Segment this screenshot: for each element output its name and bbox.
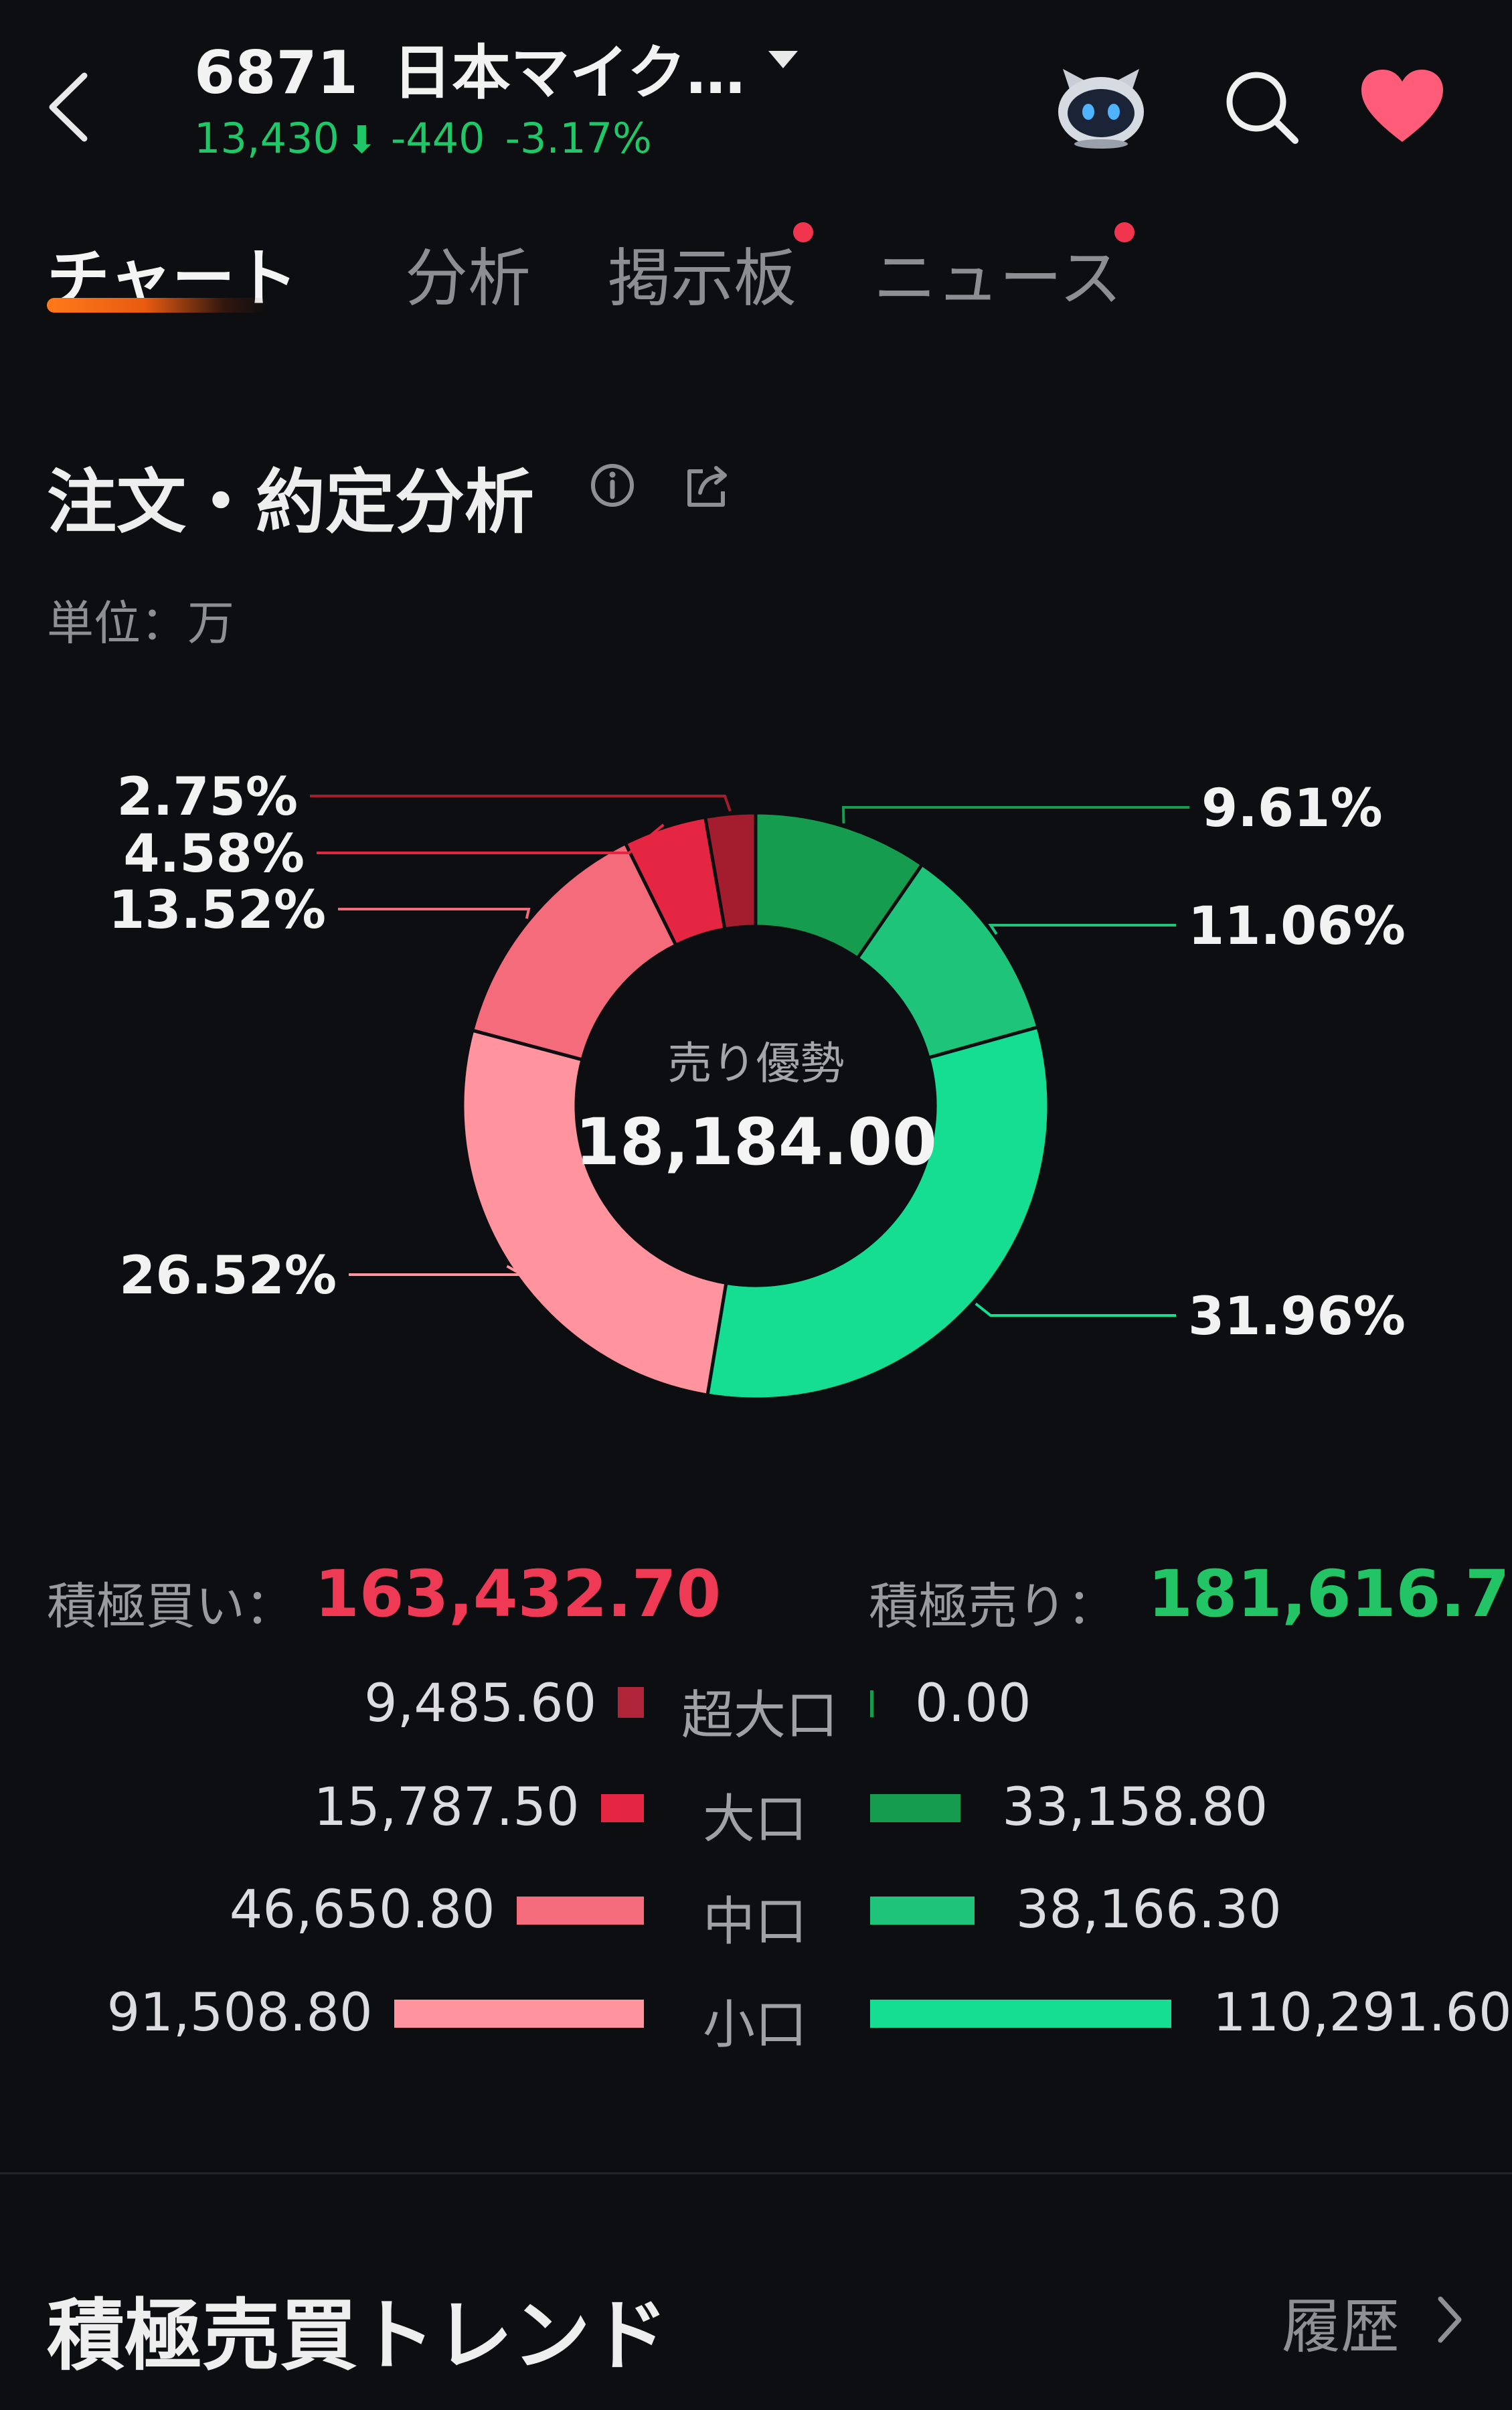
- section-divider: [0, 2172, 1512, 2174]
- price-change-percent: -3.17%: [505, 114, 652, 163]
- row-buy-value: 46,650.80: [229, 1880, 495, 1940]
- slice-percent-label: 4.58%: [123, 824, 305, 884]
- price-quote: 13,430 ⬇ -440 -3.17%: [194, 114, 652, 163]
- slice-percent-label: 26.52%: [119, 1246, 337, 1306]
- info-button[interactable]: [589, 462, 636, 509]
- search-button[interactable]: [1222, 67, 1302, 147]
- row-sell-bar: [870, 1690, 873, 1717]
- slice-percent-label: 13.52%: [108, 880, 326, 941]
- leader-line: [349, 1265, 527, 1276]
- slice-percent-label: 9.61%: [1201, 779, 1383, 839]
- leader-line: [310, 795, 732, 812]
- share-button[interactable]: [683, 462, 733, 512]
- share-icon: [687, 466, 727, 507]
- history-button[interactable]: [1432, 2290, 1466, 2350]
- row-sell-bar: [870, 2000, 1171, 2028]
- row-buy-value: 9,485.60: [363, 1674, 597, 1734]
- search-icon: [1226, 72, 1298, 144]
- leader-line: [317, 823, 665, 854]
- row-category: 中口: [702, 1892, 807, 1952]
- leader-line: [338, 908, 531, 919]
- chevron-right-icon: [1438, 2296, 1462, 2343]
- sell-total-value: 181,616.70: [1148, 1556, 1512, 1631]
- center-caption: 売り優勢: [667, 1038, 845, 1089]
- row-buy-bar: [394, 2000, 644, 2028]
- row-category: 大口: [702, 1789, 807, 1850]
- row-sell-value: 110,291.60: [1213, 1983, 1512, 2043]
- current-price: 13,430: [194, 114, 339, 163]
- slice-percent-label: 11.06%: [1188, 896, 1406, 957]
- row-buy-value: 91,508.80: [106, 1983, 373, 2043]
- leader-line: [841, 806, 1189, 824]
- unit-label: 単位：万: [47, 596, 234, 651]
- buy-total-value: 163,432.70: [315, 1556, 722, 1631]
- leader-line: [975, 1302, 1176, 1317]
- row-sell-bar: [870, 1897, 975, 1925]
- price-change: -440: [390, 114, 485, 163]
- row-category: 超大口: [681, 1686, 839, 1746]
- robot-assistant-button[interactable]: [1051, 64, 1151, 151]
- back-button[interactable]: [40, 64, 100, 151]
- row-sell-bar: [870, 1794, 961, 1822]
- active-tab-indicator: [47, 298, 268, 313]
- row-category: 小口: [702, 1995, 807, 2055]
- buy-total-label: 積極買い：: [47, 1578, 295, 1635]
- row-buy-bar: [516, 1897, 644, 1925]
- slice-percent-label: 2.75%: [116, 767, 298, 827]
- heart-icon: [1361, 70, 1443, 142]
- row-buy-bar: [618, 1687, 644, 1718]
- robot-icon: [1058, 69, 1144, 149]
- center-value: 18,184.00: [575, 1105, 937, 1180]
- tab-news[interactable]: ニュース: [873, 228, 1122, 319]
- sell-total-label: 積極売り：: [869, 1578, 1116, 1635]
- tab-analysis[interactable]: 分析: [405, 228, 531, 319]
- row-buy-value: 15,787.50: [313, 1777, 580, 1838]
- chevron-down-icon[interactable]: [768, 51, 798, 68]
- tab-board[interactable]: 掲示板: [608, 228, 796, 319]
- stock-name: 日本マイク…: [392, 38, 746, 107]
- chevron-left-icon: [49, 72, 88, 142]
- stock-title[interactable]: 6871 日本マイク…: [194, 25, 745, 110]
- row-sell-value: 33,158.80: [1002, 1777, 1268, 1838]
- section-title: 注文・約定分析: [47, 461, 535, 543]
- leader-line: [988, 924, 1176, 935]
- info-icon: [591, 464, 634, 507]
- arrow-down-icon: ⬇: [345, 118, 377, 162]
- news-notification-dot: [1114, 222, 1135, 242]
- trend-section-title: 積極売買トレンド: [47, 2291, 668, 2381]
- slice-percent-label: 31.96%: [1188, 1287, 1406, 1347]
- row-sell-value: 38,166.30: [1015, 1880, 1282, 1940]
- row-sell-value: 0.00: [915, 1674, 1031, 1734]
- board-notification-dot: [793, 222, 813, 242]
- favorite-button[interactable]: [1359, 67, 1446, 147]
- row-buy-bar: [600, 1794, 644, 1822]
- stock-code: 6871: [194, 38, 358, 107]
- history-link[interactable]: 履歴: [1282, 2279, 1400, 2364]
